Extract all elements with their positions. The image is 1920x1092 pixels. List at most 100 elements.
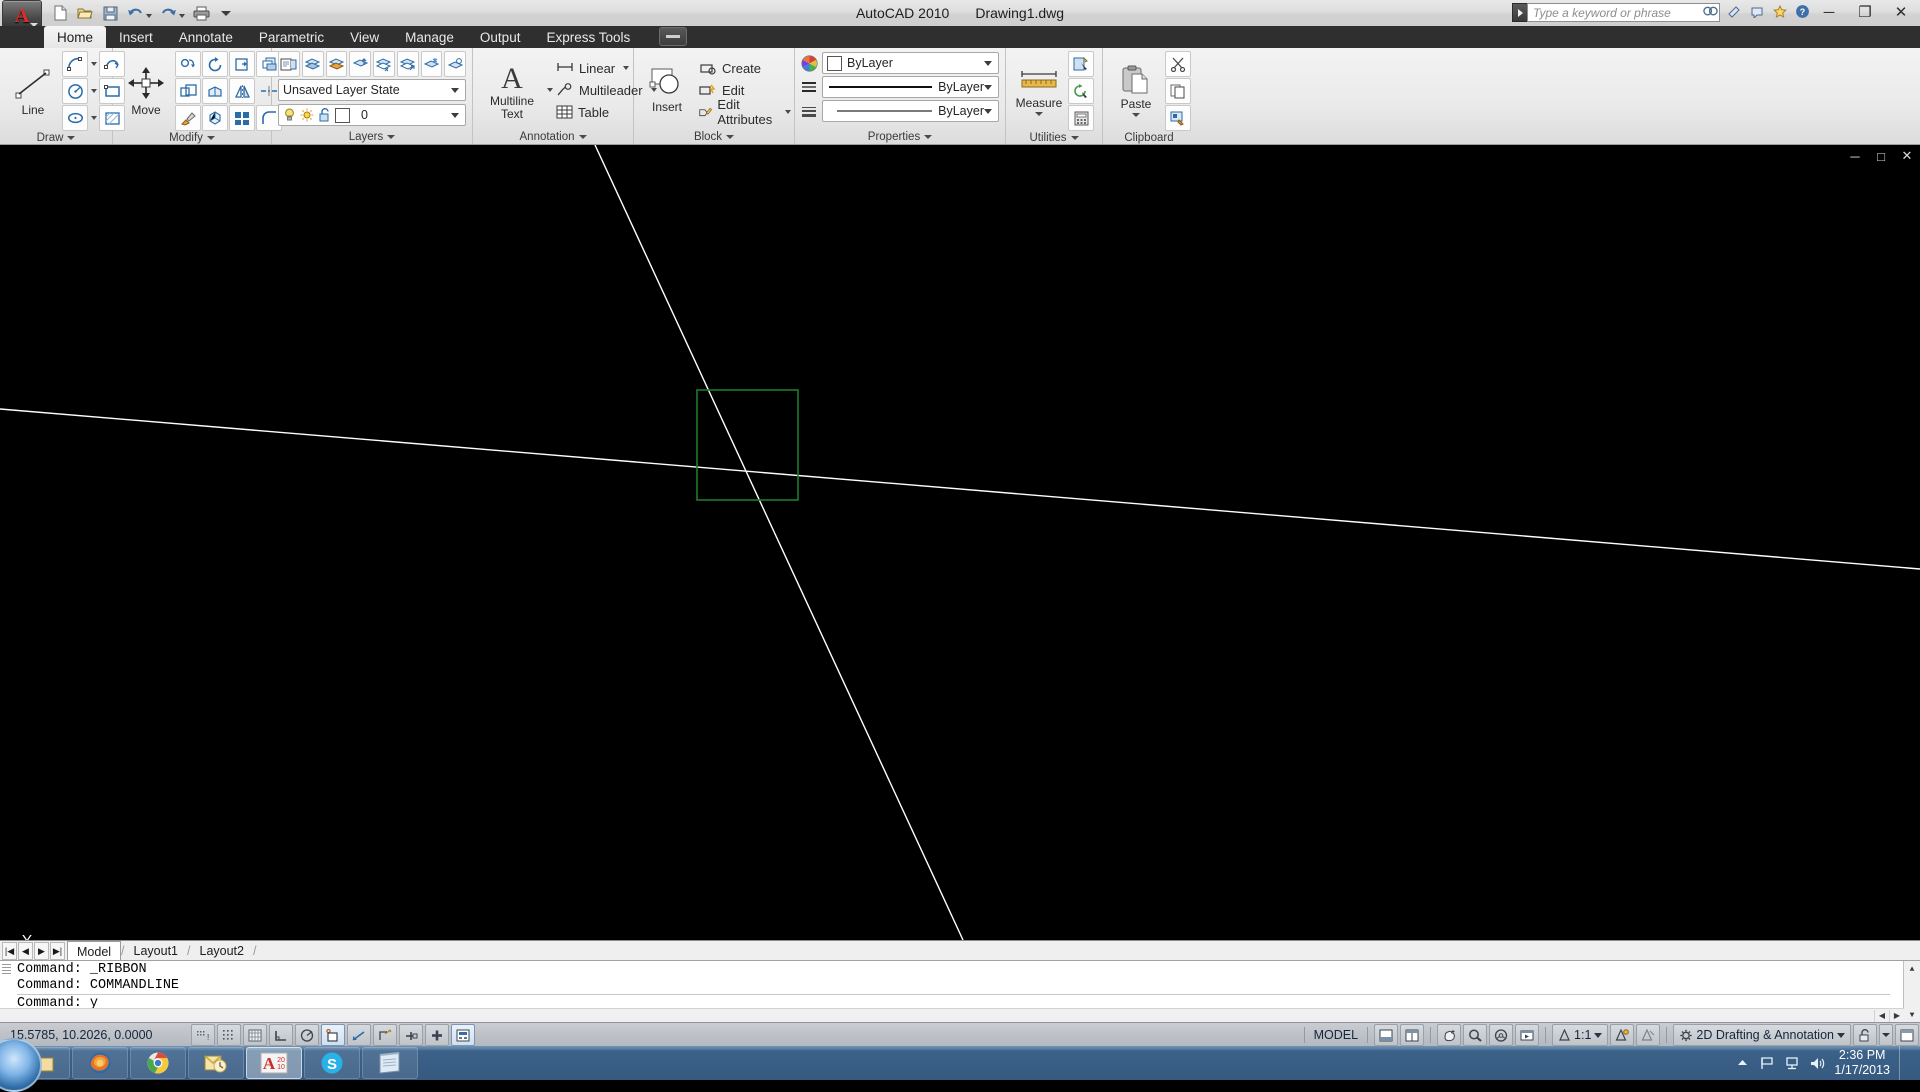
layout-view-icon[interactable] xyxy=(1400,1024,1425,1046)
offset-icon[interactable] xyxy=(229,105,255,131)
calculator-icon[interactable] xyxy=(1068,105,1094,131)
transparency-toggle[interactable] xyxy=(451,1024,475,1046)
taskbar-microsoft-outlook[interactable] xyxy=(188,1047,244,1079)
help-search[interactable]: Type a keyword or phrase xyxy=(1512,3,1720,22)
panel-layers-title[interactable]: Layers xyxy=(272,129,472,144)
paste-dropdown-caret-icon[interactable] xyxy=(1132,112,1140,117)
object-snap-tracking-toggle[interactable] xyxy=(347,1024,371,1046)
taskbar-skype[interactable]: S xyxy=(304,1047,360,1079)
next-tab-icon[interactable]: ▶ xyxy=(34,942,49,960)
snap-mode-toggle[interactable] xyxy=(217,1024,241,1046)
annotation-scale-button[interactable]: 1:1 xyxy=(1552,1024,1609,1046)
lineweight-dropdown[interactable]: ByLayer xyxy=(822,100,999,122)
layer-unisolate-icon[interactable] xyxy=(396,51,419,77)
layer-state-dropdown[interactable]: Unsaved Layer State xyxy=(278,79,466,101)
ribbon-minimize-button[interactable] xyxy=(659,27,688,46)
printer-icon[interactable] xyxy=(189,2,213,25)
copy-icon[interactable] xyxy=(1165,78,1191,104)
first-tab-icon[interactable]: |◀ xyxy=(2,942,17,960)
panel-clipboard-title[interactable]: Clipboard xyxy=(1103,131,1195,144)
communication-center-icon[interactable] xyxy=(1749,4,1764,19)
unlock-toolbar-icon[interactable] xyxy=(1853,1024,1877,1046)
edit-attributes-button[interactable]: Edit Attributes xyxy=(696,97,794,127)
steering-wheel-icon[interactable] xyxy=(1489,1024,1514,1046)
layer-off-icon[interactable] xyxy=(444,51,466,77)
scroll-right-icon[interactable]: ▶ xyxy=(1889,1009,1904,1023)
maximize-button[interactable]: ❐ xyxy=(1852,2,1878,22)
favorites-star-icon[interactable] xyxy=(1772,4,1787,19)
tab-annotate[interactable]: Annotate xyxy=(166,26,246,48)
panel-draw-title[interactable]: Draw xyxy=(0,131,112,144)
current-layer-dropdown[interactable]: 0 xyxy=(278,104,466,126)
tab-model[interactable]: Model xyxy=(67,941,122,961)
subscription-center-icon[interactable] xyxy=(1726,4,1741,19)
undo-arrow-icon[interactable] xyxy=(123,2,147,25)
tab-layout1[interactable]: Layout1 xyxy=(125,942,187,961)
arc-dropdown-caret-icon[interactable] xyxy=(89,52,98,76)
workspace-switcher[interactable]: 2D Drafting & Annotation xyxy=(1673,1024,1851,1046)
show-hidden-icons-icon[interactable] xyxy=(1734,1055,1750,1071)
command-line[interactable]: Command: _RIBBON Command: COMMANDLINE Co… xyxy=(0,960,1920,1023)
show-desktop-button[interactable] xyxy=(1899,1046,1910,1080)
status-menu-icon[interactable] xyxy=(1879,1024,1893,1046)
redo-dropdown-caret-icon[interactable] xyxy=(179,13,185,18)
action-center-flag-icon[interactable] xyxy=(1759,1055,1775,1071)
taskbar-notepad[interactable] xyxy=(362,1047,418,1079)
show-lineweight-toggle[interactable] xyxy=(425,1024,449,1046)
measure-dropdown-caret-icon[interactable] xyxy=(1035,111,1043,116)
scroll-up-icon[interactable]: ▲ xyxy=(1904,961,1920,977)
ellipse-dropdown-caret-icon[interactable] xyxy=(89,106,98,130)
ortho-mode-toggle[interactable] xyxy=(269,1024,293,1046)
layer-match-icon[interactable] xyxy=(301,51,324,77)
allow-ucs-toggle[interactable] xyxy=(373,1024,397,1046)
taskbar-google-chrome[interactable] xyxy=(130,1047,186,1079)
infocenter-icon[interactable] xyxy=(1703,4,1718,19)
last-tab-icon[interactable]: ▶| xyxy=(50,942,65,960)
rotate-icon[interactable] xyxy=(202,51,228,77)
mirror-icon[interactable] xyxy=(229,78,255,104)
color-dropdown[interactable]: ByLayer xyxy=(822,52,999,74)
trim-icon[interactable] xyxy=(229,51,255,77)
open-folder-icon[interactable] xyxy=(73,2,97,25)
layer-freeze-icon[interactable] xyxy=(420,51,443,77)
drawing-close-button[interactable]: ✕ xyxy=(1900,148,1914,163)
undo-dropdown-caret-icon[interactable] xyxy=(146,13,152,18)
match-properties-icon[interactable] xyxy=(1165,105,1191,131)
layer-previous-icon[interactable] xyxy=(325,51,348,77)
search-dropdown-icon[interactable] xyxy=(1512,3,1527,22)
showmotion-icon[interactable] xyxy=(1515,1024,1540,1046)
save-disk-icon[interactable] xyxy=(98,2,122,25)
clean-screen-icon[interactable] xyxy=(1374,1024,1399,1046)
stretch-icon[interactable] xyxy=(202,78,228,104)
zoom-icon[interactable] xyxy=(1463,1024,1488,1046)
dynamic-input-toggle[interactable] xyxy=(399,1024,423,1046)
tab-output[interactable]: Output xyxy=(467,26,534,48)
tab-home[interactable]: Home xyxy=(44,26,107,48)
clean-screen-toggle-icon[interactable] xyxy=(1895,1024,1919,1046)
layer-make-current-icon[interactable] xyxy=(349,51,371,77)
layer-isolate-icon[interactable] xyxy=(373,51,395,77)
auto-scale-icon[interactable] xyxy=(1636,1024,1661,1046)
linetype-dropdown[interactable]: ByLayer xyxy=(822,76,999,98)
tab-layout2[interactable]: Layout2 xyxy=(191,942,253,961)
object-snap-toggle[interactable] xyxy=(321,1024,345,1046)
drawing-area[interactable]: ─ □ ✕ Y X xyxy=(0,145,1920,940)
taskbar-clock[interactable]: 2:36 PM 1/17/2013 xyxy=(1834,1048,1890,1078)
drawing-minimize-button[interactable]: ─ xyxy=(1848,149,1862,164)
panel-modify-title[interactable]: Modify xyxy=(113,131,271,144)
drawing-maximize-button[interactable]: □ xyxy=(1874,149,1888,164)
panel-properties-title[interactable]: Properties xyxy=(795,129,1005,144)
layer-properties-icon[interactable] xyxy=(278,51,300,77)
panel-annotation-title[interactable]: Annotation xyxy=(473,129,633,144)
move-button[interactable]: Move xyxy=(117,63,175,119)
create-block-button[interactable]: Create xyxy=(696,58,794,79)
network-icon[interactable] xyxy=(1784,1055,1800,1071)
insert-block-button[interactable]: Insert xyxy=(638,64,696,116)
redo-arrow-icon[interactable] xyxy=(156,2,180,25)
minimize-button[interactable]: ─ xyxy=(1816,2,1842,22)
pan-icon[interactable] xyxy=(1437,1024,1462,1046)
match-properties-icon[interactable] xyxy=(175,105,201,131)
tab-parametric[interactable]: Parametric xyxy=(246,26,337,48)
taskbar-autocad-2010[interactable]: A 20 10 xyxy=(246,1047,302,1079)
qat-customize-chevron-down-icon[interactable] xyxy=(214,2,238,25)
